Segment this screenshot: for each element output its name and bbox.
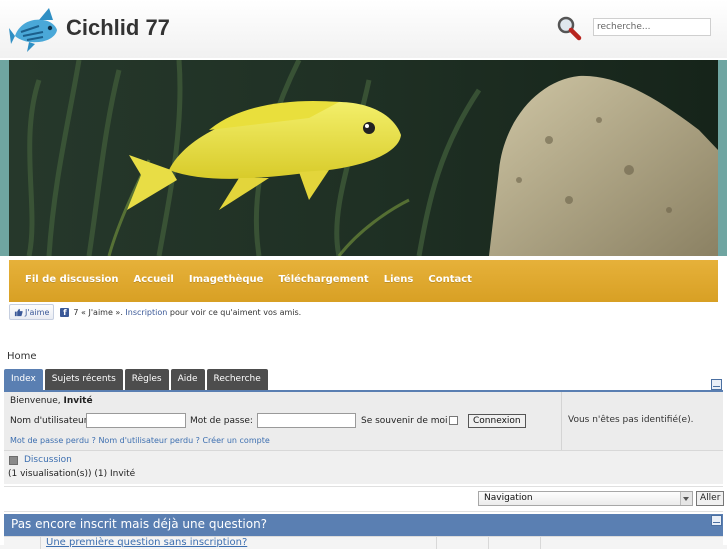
site-title: Cichlid 77 <box>66 15 170 40</box>
forum-folder-icon <box>9 456 18 465</box>
column-divider <box>488 537 489 549</box>
chevron-down-icon <box>680 492 692 505</box>
main-nav: Fil de discussion Accueil Imagethèque Té… <box>9 260 718 302</box>
nav-item-contact[interactable]: Contact <box>428 274 472 285</box>
facebook-like-count: 7 « J'aime ». <box>73 307 123 317</box>
tab-recent-topics[interactable]: Sujets récents <box>44 369 123 390</box>
discussion-row: Discussion (1 visualisation(s)) (1) Invi… <box>4 451 723 484</box>
discussion-link[interactable]: Discussion <box>24 455 72 465</box>
question-section-header: Pas encore inscrit mais déjà une questio… <box>4 514 723 536</box>
facebook-like-row: J'aime f 7 « J'aime ». Inscription pour … <box>9 304 301 320</box>
page: Cichlid 77 recherche... Fil de discussio… <box>0 0 727 549</box>
column-divider <box>540 537 541 549</box>
nav-item-links[interactable]: Liens <box>384 274 414 285</box>
welcome-user: Invité <box>63 396 93 406</box>
banner-right-strip <box>718 60 727 256</box>
forum-tabs: Index Sujets récents Règles Aide Recherc… <box>4 369 270 390</box>
search-input[interactable] <box>593 18 711 36</box>
banner-image <box>9 60 718 256</box>
create-account-link[interactable]: Créer un compte <box>202 436 269 445</box>
facebook-like-button[interactable]: J'aime <box>9 304 55 320</box>
question-section-title: Pas encore inscrit mais déjà une questio… <box>11 517 268 531</box>
username-label: Nom d'utilisateur <box>10 416 88 426</box>
tab-index[interactable]: Index <box>4 369 43 390</box>
not-identified-text: Vous n'êtes pas identifié(e). <box>568 415 694 425</box>
navigation-select-value: Navigation <box>484 493 533 503</box>
facebook-like-note: pour voir ce qu'aiment vos amis. <box>169 307 302 317</box>
nav-item-home[interactable]: Accueil <box>134 274 174 285</box>
remember-me-checkbox[interactable] <box>449 416 458 425</box>
visits-text: (1 visualisation(s)) (1) Invité <box>8 469 136 479</box>
tab-help[interactable]: Aide <box>170 369 205 390</box>
welcome-text: Bienvenue, Invité <box>10 396 93 406</box>
collapse-icon[interactable] <box>711 379 722 390</box>
nav-item-downloads[interactable]: Téléchargement <box>278 274 368 285</box>
site-header: Cichlid 77 <box>0 0 727 58</box>
login-button[interactable]: Connexion <box>468 414 526 428</box>
facebook-icon: f <box>60 307 70 317</box>
password-label: Mot de passe: <box>190 416 253 426</box>
tab-rules[interactable]: Règles <box>124 369 169 390</box>
navigation-row: Navigation Aller <box>4 486 725 512</box>
question-row: Une première question sans inscription? <box>4 536 723 549</box>
facebook-signup-link[interactable]: Inscription <box>125 308 167 317</box>
login-panel: Bienvenue, Invité Nom d'utilisateur Mot … <box>4 392 723 451</box>
lost-password-link[interactable]: Mot de passe perdu ? <box>10 436 96 445</box>
welcome-prefix: Bienvenue, <box>10 396 61 406</box>
fish-logo-icon[interactable] <box>9 6 59 56</box>
remember-me-label: Se souvenir de moi <box>361 416 448 426</box>
first-question-link[interactable]: Une première question sans inscription? <box>46 537 247 548</box>
tab-search[interactable]: Recherche <box>206 369 268 390</box>
breadcrumb[interactable]: Home <box>7 351 37 362</box>
login-form: Bienvenue, Invité Nom d'utilisateur Mot … <box>4 392 562 450</box>
search-icon[interactable] <box>556 15 582 41</box>
nav-item-gallery[interactable]: Imagethèque <box>189 274 264 285</box>
lost-username-link[interactable]: Nom d'utilisateur perdu ? <box>98 436 199 445</box>
thumbs-up-icon <box>14 308 23 316</box>
question-collapse-icon[interactable] <box>711 515 722 526</box>
username-field[interactable] <box>86 413 186 428</box>
facebook-like-label: J'aime <box>25 307 50 317</box>
nav-item-forum[interactable]: Fil de discussion <box>25 274 119 285</box>
column-divider <box>436 537 437 549</box>
banner-left-strip <box>0 60 9 256</box>
password-field[interactable] <box>257 413 356 428</box>
login-links: Mot de passe perdu ? Nom d'utilisateur p… <box>10 436 270 445</box>
column-divider <box>40 537 41 549</box>
go-button[interactable]: Aller <box>696 491 725 506</box>
navigation-select[interactable]: Navigation <box>478 491 693 506</box>
